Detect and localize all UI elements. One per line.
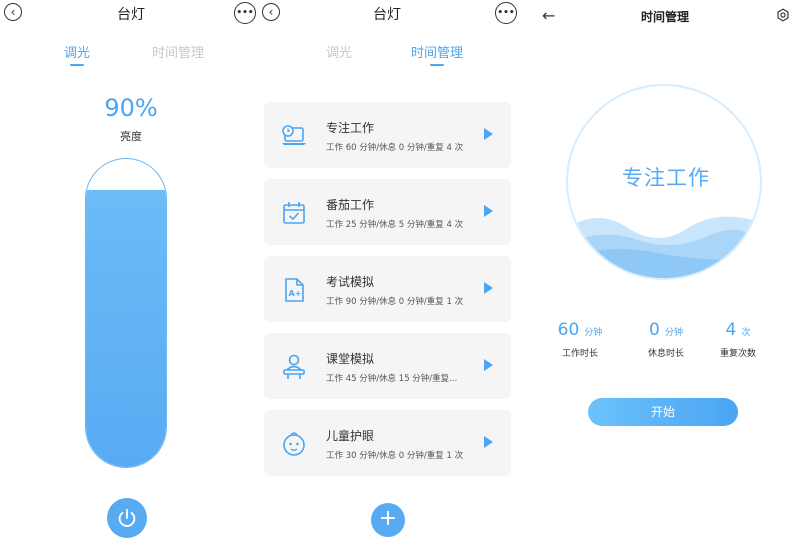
power-button[interactable] xyxy=(107,498,147,538)
mode-subtitle: 工作 60 分钟/休息 0 分钟/重复 4 次 xyxy=(326,143,464,153)
mode-card-child-eye-care[interactable]: 儿童护眼 工作 30 分钟/休息 0 分钟/重复 1 次 xyxy=(264,410,511,476)
play-icon[interactable] xyxy=(484,128,493,140)
tab-time-management[interactable]: 时间管理 xyxy=(152,42,204,61)
classroom-student-icon xyxy=(283,354,305,379)
stat-work-duration: 60 分钟 工作时长 xyxy=(540,320,620,359)
add-mode-button[interactable]: + xyxy=(371,503,405,537)
stat-unit: 分钟 xyxy=(664,328,683,338)
mode-title: 番茄工作 xyxy=(326,198,375,212)
timer-mode-title: 专注工作 xyxy=(622,166,710,190)
plus-icon: + xyxy=(378,506,398,531)
stat-value: 0 xyxy=(649,320,660,340)
mode-card-exam-simulation[interactable]: A+ 考试模拟 工作 90 分钟/休息 0 分钟/重复 1 次 xyxy=(264,256,511,322)
stat-value: 4 xyxy=(725,320,737,340)
settings-hexagon-icon[interactable] xyxy=(776,8,790,22)
calendar-check-icon xyxy=(283,202,305,224)
stat-label: 休息时长 xyxy=(647,349,684,359)
stat-label: 工作时长 xyxy=(561,349,598,359)
timer-circle: 专注工作 xyxy=(566,84,762,280)
stat-repeat-count: 4 次 重复次数 xyxy=(698,320,778,359)
mode-subtitle: 工作 90 分钟/休息 0 分钟/重复 1 次 xyxy=(326,297,464,307)
start-button[interactable]: 开始 xyxy=(588,398,738,426)
brightness-label: 亮度 xyxy=(120,130,142,143)
tab-dimming[interactable]: 调光 xyxy=(64,42,90,61)
tab-indicator xyxy=(70,64,84,66)
page-title: 台灯 xyxy=(373,7,401,23)
mode-card-pomodoro[interactable]: 番茄工作 工作 25 分钟/休息 5 分钟/重复 4 次 xyxy=(264,179,511,245)
mode-subtitle: 工作 30 分钟/休息 0 分钟/重复 1 次 xyxy=(326,451,464,461)
dimming-screen: ‹ 台灯 ••• 调光 时间管理 90% 亮度 xyxy=(0,0,262,551)
wave-decoration xyxy=(568,216,760,278)
play-icon[interactable] xyxy=(484,436,493,448)
page-title: 时间管理 xyxy=(640,10,689,24)
power-icon xyxy=(118,508,136,527)
mode-card-class-simulation[interactable]: 课堂模拟 工作 45 分钟/休息 15 分钟/重复... xyxy=(264,333,511,399)
play-icon[interactable] xyxy=(484,282,493,294)
stat-value: 60 xyxy=(557,320,580,340)
play-icon[interactable] xyxy=(484,205,493,217)
tab-dimming[interactable]: 调光 xyxy=(326,42,352,61)
brightness-slider-fill xyxy=(86,189,166,467)
stat-unit: 次 xyxy=(741,328,751,338)
time-management-list-screen: ‹ 台灯 ••• 调光 时间管理 专注工作 工作 60 分钟/休息 0 分钟/重… xyxy=(262,0,524,551)
mode-title: 考试模拟 xyxy=(326,275,375,289)
exam-grade-icon: A+ xyxy=(285,278,304,302)
more-icon[interactable]: ••• xyxy=(234,2,256,24)
stat-rest-duration: 0 分钟 休息时长 xyxy=(626,320,706,359)
stat-label: 重复次数 xyxy=(719,349,756,359)
mode-card-focus-work[interactable]: 专注工作 工作 60 分钟/休息 0 分钟/重复 4 次 xyxy=(264,102,511,168)
brightness-value: 90% xyxy=(104,94,158,122)
mode-title: 课堂模拟 xyxy=(326,352,375,366)
laptop-clock-icon xyxy=(282,125,306,145)
mode-title: 儿童护眼 xyxy=(326,429,375,443)
mode-title: 专注工作 xyxy=(326,121,375,135)
svg-text:A+: A+ xyxy=(289,289,302,298)
mode-subtitle: 工作 45 分钟/休息 15 分钟/重复... xyxy=(326,374,458,384)
more-icon[interactable]: ••• xyxy=(495,2,517,24)
page-title: 台灯 xyxy=(117,7,145,23)
tab-time-management[interactable]: 时间管理 xyxy=(411,42,463,61)
stat-unit: 分钟 xyxy=(584,328,603,338)
timer-detail-screen: ← 时间管理 专注工作 60 分钟 工作时长 0 分钟 休息时长 4 次 重复次… xyxy=(530,0,800,551)
tab-indicator xyxy=(430,64,444,66)
play-icon[interactable] xyxy=(484,359,493,371)
mode-subtitle: 工作 25 分钟/休息 5 分钟/重复 4 次 xyxy=(326,220,464,230)
child-face-icon xyxy=(283,432,305,456)
brightness-slider[interactable] xyxy=(85,158,167,468)
